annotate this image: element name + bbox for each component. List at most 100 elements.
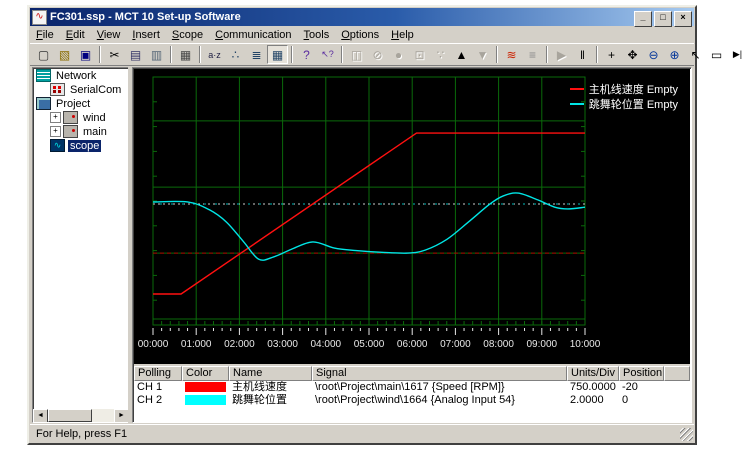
zoom-box-icon[interactable]: ▭: [706, 45, 727, 64]
zoom-drag-icon[interactable]: ✥: [622, 45, 643, 64]
write-drive-icon: ⊡: [409, 45, 430, 64]
x-tick-label: 06:000: [394, 339, 430, 350]
table-row[interactable]: CH 2跳舞轮位置\root\Project\wind\1664 {Analog…: [134, 394, 690, 407]
app-icon[interactable]: ∿: [32, 10, 47, 25]
open-folder-icon[interactable]: ▧: [54, 45, 75, 64]
tree-item-main[interactable]: + main: [33, 125, 129, 138]
zoom-in-icon[interactable]: ⊕: [664, 45, 685, 64]
minimize-button[interactable]: _: [634, 11, 652, 27]
table-row[interactable]: CH 1主机线速度\root\Project\main\1617 {Speed …: [134, 381, 690, 394]
tree-item-label: main: [81, 126, 109, 138]
download-arrow-icon: ▼: [472, 45, 493, 64]
cell-color: [182, 394, 229, 407]
toolbar: ▢▧▣✂▤▥▦a·z∴≣▦?↖?◫⊘●⊡∵▲▼≋≡▶‖+✥⊖⊕↖▭▶|: [30, 43, 694, 66]
tree-item-label: Network: [54, 70, 98, 82]
title-bar[interactable]: ∿ FC301.ssp - MCT 10 Set-up Software _□×: [30, 8, 694, 26]
toolbar-separator: [341, 46, 343, 63]
menu-item-tools[interactable]: Tools: [298, 28, 336, 42]
menu-item-edit[interactable]: Edit: [60, 28, 91, 42]
poll-icon: ∵: [430, 45, 451, 64]
tree-horizontal-scrollbar[interactable]: ◄ ►: [33, 409, 129, 422]
toolbar-group: ▢▧▣: [33, 45, 96, 64]
menu-item-help[interactable]: Help: [385, 28, 420, 42]
tree-item-serialcom[interactable]: SerialCom: [33, 83, 129, 96]
sort-az-icon[interactable]: a·z: [204, 45, 225, 64]
maximize-button[interactable]: □: [654, 11, 672, 27]
right-limit-icon[interactable]: ▶|: [727, 45, 748, 64]
column-header-position[interactable]: Position: [619, 366, 664, 381]
x-tick-label: 00:000: [135, 339, 171, 350]
cell-spacer: [664, 381, 690, 394]
menu-item-scope[interactable]: Scope: [166, 28, 209, 42]
compare-icon[interactable]: ∴: [225, 45, 246, 64]
toolbar-group: ▦: [175, 45, 196, 64]
window-title: FC301.ssp - MCT 10 Set-up Software: [50, 11, 632, 23]
context-help-icon[interactable]: ↖?: [317, 45, 338, 64]
zoom-out-icon[interactable]: ⊖: [643, 45, 664, 64]
cut-icon[interactable]: ✂: [104, 45, 125, 64]
scope-svg: [134, 69, 692, 364]
tree-item-project[interactable]: Project: [33, 97, 129, 110]
scrollbar-thumb[interactable]: [48, 409, 92, 422]
x-tick-label: 05:000: [351, 339, 387, 350]
menu-item-file[interactable]: File: [30, 28, 60, 42]
scroll-left-button[interactable]: ◄: [33, 409, 48, 423]
read-drive-icon: ◫: [346, 45, 367, 64]
tree-expander[interactable]: +: [50, 112, 61, 123]
help-icon[interactable]: ?: [296, 45, 317, 64]
new-icon[interactable]: ▢: [33, 45, 54, 64]
paste-icon[interactable]: ▥: [146, 45, 167, 64]
scroll-right-button[interactable]: ►: [114, 409, 129, 423]
save-icon[interactable]: ▣: [75, 45, 96, 64]
list-view-icon[interactable]: ≣: [246, 45, 267, 64]
grid-view-icon[interactable]: ▦: [267, 45, 288, 64]
column-header-unitsdiv[interactable]: Units/Div: [567, 366, 619, 381]
toolbar-group: ?↖?: [296, 45, 338, 64]
menu-item-insert[interactable]: Insert: [126, 28, 166, 42]
pause-poll-icon[interactable]: ‖: [572, 45, 593, 64]
tree-item-network[interactable]: Network: [33, 69, 129, 82]
scrollbar-track[interactable]: [92, 409, 114, 422]
toolbar-group: ≋≡: [501, 45, 543, 64]
x-tick-label: 10:000: [567, 339, 603, 350]
menu-item-options[interactable]: Options: [335, 28, 385, 42]
toolbar-separator: [496, 46, 498, 63]
column-header-name[interactable]: Name: [229, 366, 312, 381]
x-tick-label: 09:000: [524, 339, 560, 350]
tree-item-wind[interactable]: + wind: [33, 111, 129, 124]
stop-comm-icon: ⊘: [367, 45, 388, 64]
x-tick-label: 07:000: [437, 339, 473, 350]
column-header-spacer[interactable]: [664, 366, 690, 381]
tree-item-label: Project: [54, 98, 92, 110]
cell-unitsdiv: 2.0000: [567, 394, 619, 407]
tree-item-label: wind: [81, 112, 108, 124]
column-header-signal[interactable]: Signal: [312, 366, 567, 381]
print-icon[interactable]: ▦: [175, 45, 196, 64]
column-header-color[interactable]: Color: [182, 366, 229, 381]
close-button[interactable]: ×: [674, 11, 692, 27]
resize-grip[interactable]: [680, 428, 693, 441]
status-bar: For Help, press F1: [30, 424, 694, 442]
title-buttons: _□×: [632, 7, 692, 27]
scope-window: 主机线速度 Empty跳舞轮位置 Empty 00:00001:00002:00…: [132, 67, 692, 423]
track-cursor-icon[interactable]: +: [601, 45, 622, 64]
scope-lines-icon[interactable]: ≡: [522, 45, 543, 64]
record-icon: ●: [388, 45, 409, 64]
cell-signal: \root\Project\wind\1664 {Analog Input 54…: [312, 394, 567, 407]
tree-item-label: SerialCom: [68, 84, 123, 96]
tree-expander[interactable]: +: [50, 126, 61, 137]
select-cursor-icon[interactable]: ↖: [685, 45, 706, 64]
channel-color-swatch: [185, 395, 226, 405]
cell-position: -20: [619, 381, 664, 394]
copy-icon[interactable]: ▤: [125, 45, 146, 64]
scope-plot-area[interactable]: 主机线速度 Empty跳舞轮位置 Empty 00:00001:00002:00…: [134, 69, 690, 364]
channel-table: PollingColorNameSignalUnits/DivPosition …: [134, 364, 690, 421]
menu-item-communication[interactable]: Communication: [209, 28, 297, 42]
scope-waveform-icon[interactable]: ≋: [501, 45, 522, 64]
menu-bar: FileEditViewInsertScopeCommunicationTool…: [30, 27, 694, 43]
column-header-polling[interactable]: Polling: [134, 366, 182, 381]
tree-item-scope[interactable]: ∿scope: [33, 139, 129, 152]
upload-arrow-icon[interactable]: ▲: [451, 45, 472, 64]
toolbar-separator: [291, 46, 293, 63]
menu-item-view[interactable]: View: [91, 28, 127, 42]
